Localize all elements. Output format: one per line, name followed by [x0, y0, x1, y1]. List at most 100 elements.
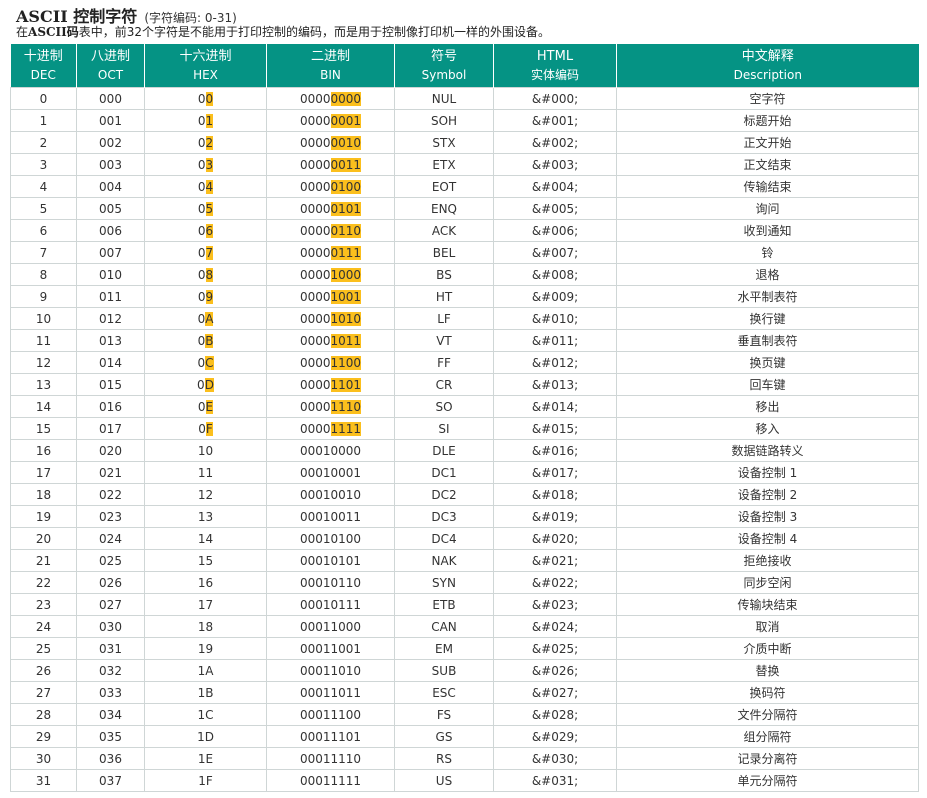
column-header-sublabel: Symbol [421, 67, 467, 82]
cell-desc: 替换 [616, 659, 919, 682]
cell-symbol: FF [394, 351, 494, 374]
cell-symbol: SUB [394, 659, 494, 682]
cell-bin: 00011011 [266, 681, 395, 704]
highlighted-digits: 1000 [330, 267, 362, 282]
cell-bin: 00000100 [266, 175, 395, 198]
cell-hex: 0E [144, 395, 267, 418]
cell-bin: 00001110 [266, 395, 395, 418]
cell-html: &#005; [493, 197, 617, 220]
column-header-bin: 二进制 BIN [266, 44, 395, 88]
cell-hex: 0A [144, 307, 267, 330]
cell-oct: 007 [76, 241, 145, 264]
cell-dec: 18 [10, 483, 77, 506]
cell-hex: 12 [144, 483, 267, 506]
cell-bin: 00000101 [266, 197, 395, 220]
cell-bin: 00011111 [266, 769, 395, 792]
column-header-label: 二进制 [310, 48, 350, 64]
cell-dec: 9 [10, 285, 77, 308]
cell-oct: 002 [76, 131, 145, 154]
cell-bin: 00011010 [266, 659, 395, 682]
cell-oct: 030 [76, 615, 145, 638]
cell-dec: 1 [10, 109, 77, 132]
cell-bin: 00011001 [266, 637, 395, 660]
table-row: 26 032 1A 00011010 SUB &#026; 替换 [10, 659, 919, 682]
cell-bin: 00001011 [266, 329, 395, 352]
cell-oct: 032 [76, 659, 145, 682]
cell-hex: 1F [144, 769, 267, 792]
cell-symbol: ETB [394, 593, 494, 616]
table-row: 19 023 13 00010011 DC3 &#019; 设备控制 3 [10, 505, 919, 528]
cell-html: &#009; [493, 285, 617, 308]
cell-hex: 07 [144, 241, 267, 264]
highlighted-digits: 1011 [330, 333, 362, 348]
cell-symbol: EM [394, 637, 494, 660]
cell-desc: 询问 [616, 197, 919, 220]
cell-desc: 传输结束 [616, 175, 919, 198]
cell-html: &#014; [493, 395, 617, 418]
value-prefix: 0000 [299, 311, 331, 326]
cell-html: &#002; [493, 131, 617, 154]
cell-dec: 26 [10, 659, 77, 682]
cell-hex: 10 [144, 439, 267, 462]
cell-bin: 00010111 [266, 593, 395, 616]
cell-desc: 退格 [616, 263, 919, 286]
value-prefix: 0 [197, 267, 206, 282]
column-header-label: 八进制 [90, 48, 130, 64]
cell-desc: 设备控制 4 [616, 527, 919, 550]
cell-desc: 水平制表符 [616, 285, 919, 308]
cell-hex: 13 [144, 505, 267, 528]
cell-html: &#018; [493, 483, 617, 506]
cell-oct: 015 [76, 373, 145, 396]
cell-symbol: ACK [394, 219, 494, 242]
highlighted-digits: 0011 [330, 157, 362, 172]
cell-dec: 23 [10, 593, 77, 616]
table-header-row: 十进制 DEC 八进制 OCT 十六进制 HEX 二进制 BIN 符号 Symbol HTML 实体编… [10, 44, 919, 88]
column-header-label: HTML [536, 48, 574, 64]
value-prefix: 0000 [299, 179, 331, 194]
cell-symbol: ESC [394, 681, 494, 704]
cell-dec: 28 [10, 703, 77, 726]
cell-symbol: SI [394, 417, 494, 440]
cell-symbol: GS [394, 725, 494, 748]
cell-bin: 00011100 [266, 703, 395, 726]
column-header-hex: 十六进制 HEX [144, 44, 267, 88]
highlighted-digits: 0110 [330, 223, 362, 238]
description-prefix: 在 [16, 25, 29, 39]
highlighted-digits: 5 [205, 201, 214, 216]
value-prefix: 0 [197, 289, 206, 304]
cell-bin: 00001001 [266, 285, 395, 308]
value-prefix: 0000 [299, 91, 331, 106]
table-row: 31 037 1F 00011111 US &#031; 单元分隔符 [10, 769, 919, 792]
cell-desc: 移入 [616, 417, 919, 440]
cell-desc: 介质中断 [616, 637, 919, 660]
cell-hex: 17 [144, 593, 267, 616]
cell-oct: 024 [76, 527, 145, 550]
table-row: 15 017 0F 00001111 SI &#015; 移入 [10, 417, 919, 440]
page-heading: ASCII 控制字符 (字符编码: 0-31) [16, 3, 237, 26]
cell-dec: 29 [10, 725, 77, 748]
cell-symbol: SYN [394, 571, 494, 594]
column-header-label: 符号 [430, 48, 457, 64]
highlighted-digits: 7 [205, 245, 214, 260]
cell-oct: 036 [76, 747, 145, 770]
column-header-symbol: 符号 Symbol [394, 44, 494, 88]
value-prefix: 0000 [299, 399, 331, 414]
cell-dec: 31 [10, 769, 77, 792]
table-row: 29 035 1D 00011101 GS &#029; 组分隔符 [10, 725, 919, 748]
cell-html: &#025; [493, 637, 617, 660]
highlighted-digits: 0010 [330, 135, 362, 150]
cell-html: &#029; [493, 725, 617, 748]
cell-bin: 00010000 [266, 439, 395, 462]
cell-oct: 016 [76, 395, 145, 418]
cell-dec: 24 [10, 615, 77, 638]
cell-hex: 00 [144, 87, 267, 110]
cell-dec: 0 [10, 87, 77, 110]
cell-bin: 00010011 [266, 505, 395, 528]
highlighted-digits: 0000 [330, 91, 362, 106]
table-row: 17 021 11 00010001 DC1 &#017; 设备控制 1 [10, 461, 919, 484]
highlighted-digits: 4 [205, 179, 214, 194]
value-prefix: 0000 [299, 245, 331, 260]
highlighted-digits: 0101 [330, 201, 362, 216]
table-row: 5 005 05 00000101 ENQ &#005; 询问 [10, 197, 919, 220]
cell-desc: 记录分离符 [616, 747, 919, 770]
